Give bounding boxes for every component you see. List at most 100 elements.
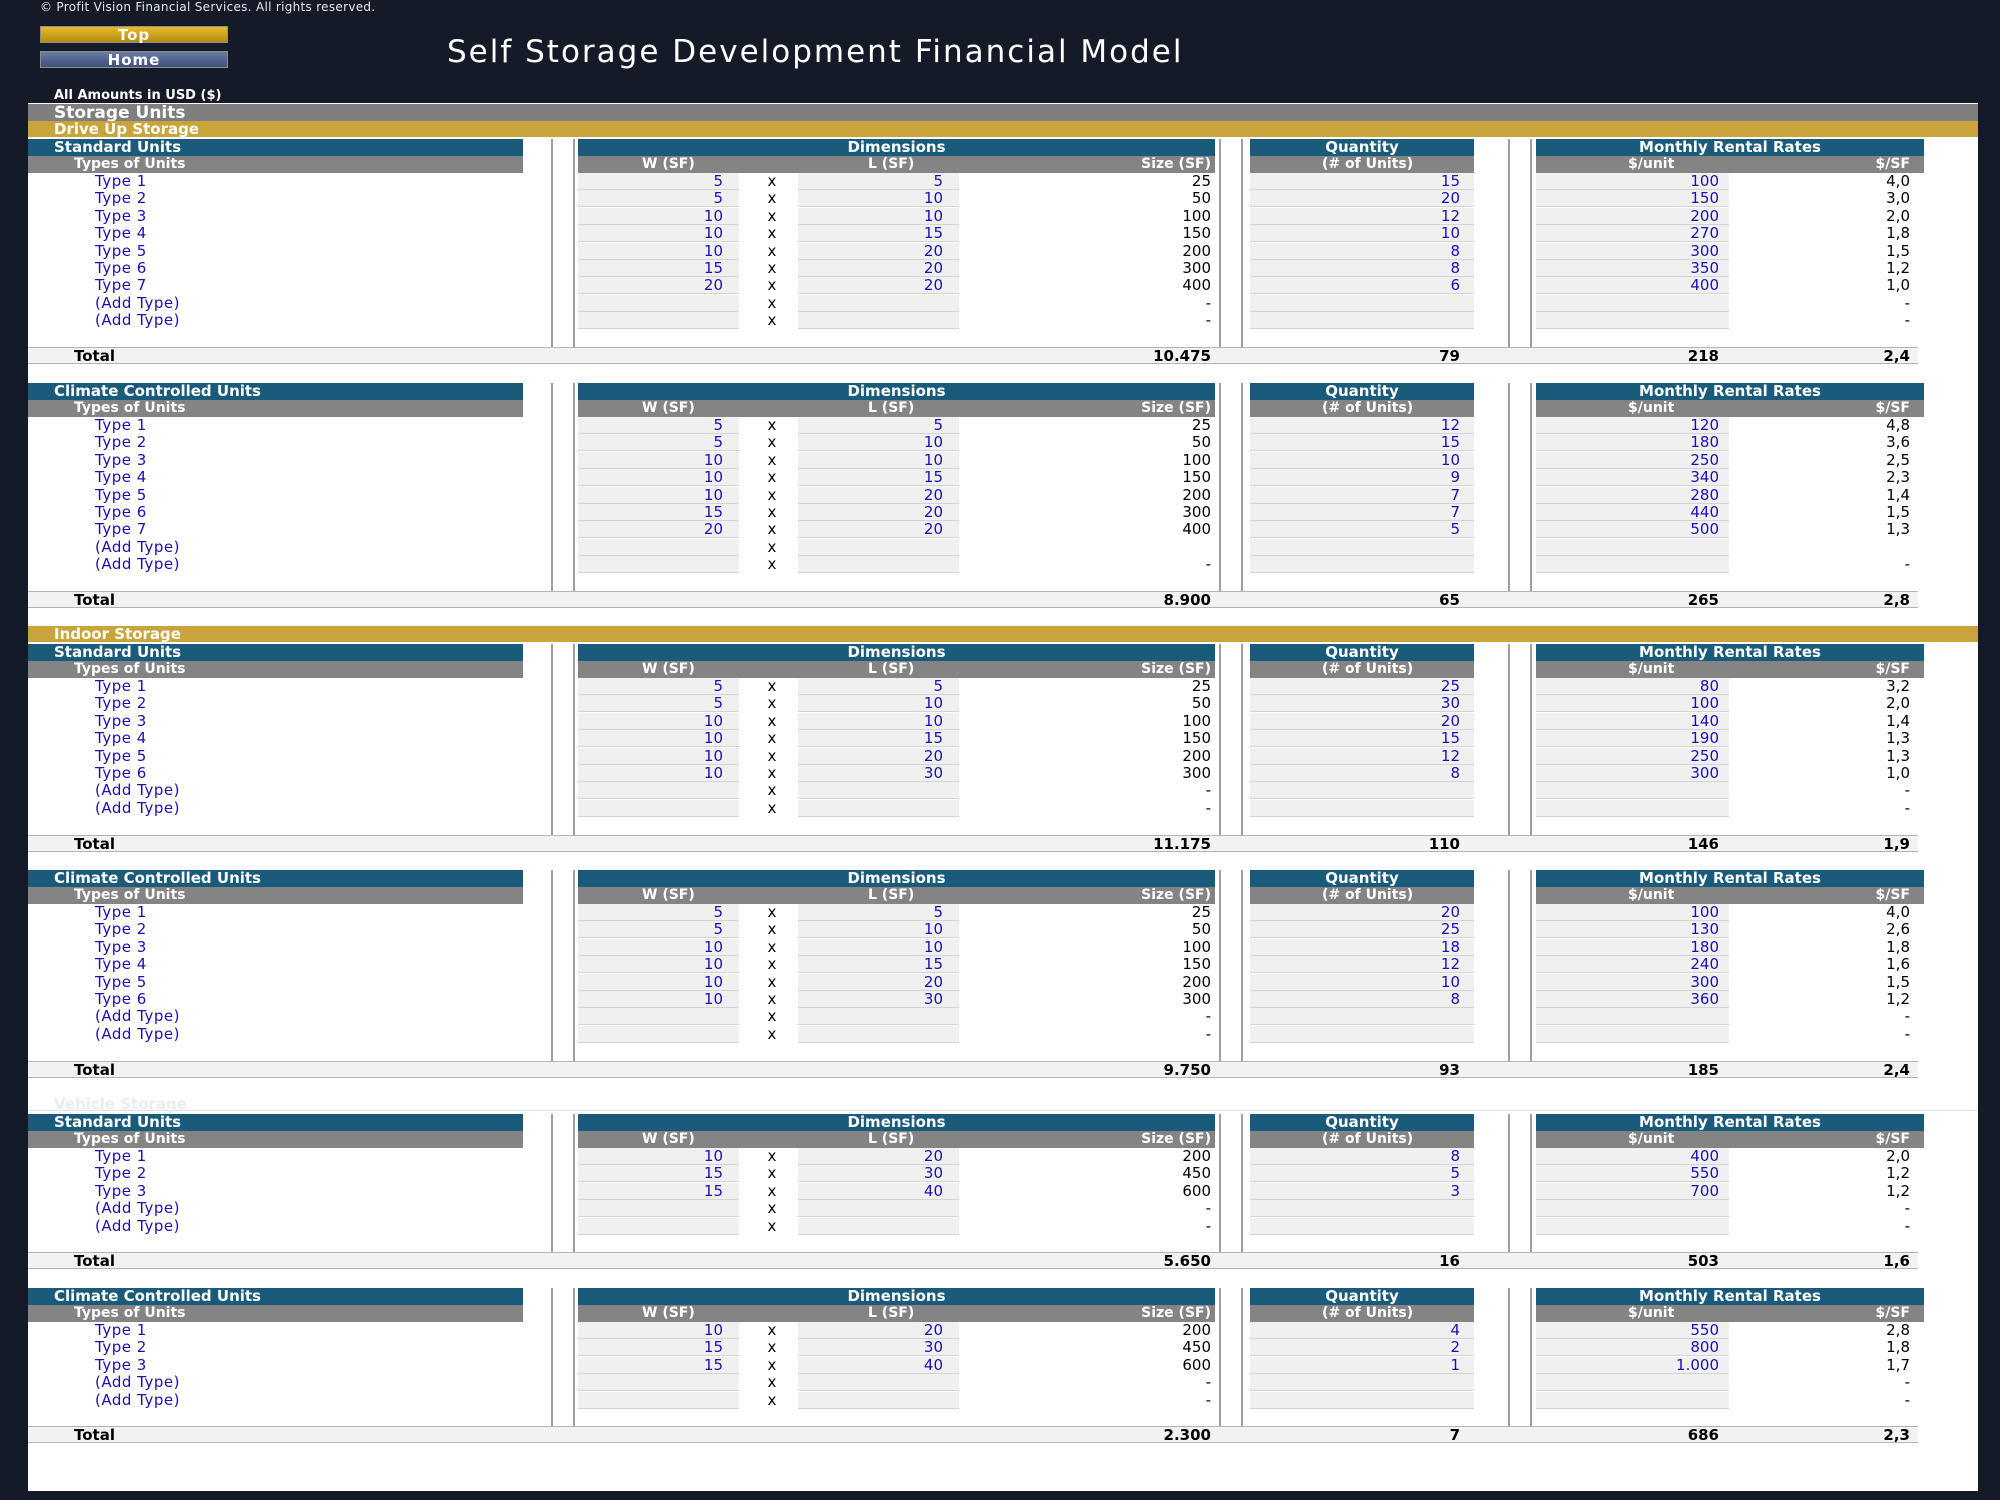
quantity-input[interactable] xyxy=(1250,799,1474,817)
unit-type-name[interactable]: Type 2 xyxy=(95,434,147,451)
length-input[interactable] xyxy=(798,799,959,817)
quantity-input[interactable] xyxy=(1250,556,1474,574)
unit-type-name[interactable]: Type 6 xyxy=(95,504,147,521)
width-input[interactable] xyxy=(578,1217,739,1235)
quantity-input[interactable] xyxy=(1250,1391,1474,1409)
rate-input[interactable] xyxy=(1536,782,1729,800)
total-rate: 503 xyxy=(1687,1252,1719,1271)
unit-type-name[interactable]: (Add Type) xyxy=(95,1374,180,1391)
rate-input[interactable] xyxy=(1536,538,1729,556)
unit-type-name[interactable]: (Add Type) xyxy=(95,1025,180,1043)
unit-type-name[interactable]: Type 6 xyxy=(95,765,147,782)
width-input[interactable] xyxy=(578,782,739,800)
width-input[interactable] xyxy=(578,556,739,574)
width-input[interactable] xyxy=(578,1374,739,1392)
length-input[interactable] xyxy=(798,294,959,312)
unit-type-name[interactable]: Type 4 xyxy=(95,956,147,973)
unit-type-name[interactable]: (Add Type) xyxy=(95,312,180,329)
width-input[interactable] xyxy=(578,294,739,312)
unit-type-name[interactable]: Type 1 xyxy=(95,417,147,434)
length-input[interactable] xyxy=(798,1217,959,1235)
unit-type-name[interactable]: Type 5 xyxy=(95,486,147,504)
quantity-input[interactable] xyxy=(1250,1200,1474,1218)
rate-input[interactable] xyxy=(1536,312,1729,330)
unit-type-name[interactable]: Type 1 xyxy=(95,678,147,695)
length-input[interactable] xyxy=(798,1008,959,1026)
unit-type-name[interactable]: Type 3 xyxy=(95,938,147,956)
unit-type-name[interactable]: Type 1 xyxy=(95,173,147,190)
quantity-input[interactable] xyxy=(1250,1025,1474,1043)
unit-type-name[interactable]: Type 2 xyxy=(95,695,147,712)
unit-type-name[interactable]: Type 6 xyxy=(95,260,147,277)
width-input[interactable] xyxy=(578,538,739,556)
unit-type-name[interactable]: Type 5 xyxy=(95,973,147,991)
length-input[interactable] xyxy=(798,556,959,574)
unit-type-name[interactable]: Type 5 xyxy=(95,747,147,765)
length-input[interactable] xyxy=(798,1374,959,1392)
unit-type-name[interactable]: (Add Type) xyxy=(95,1391,180,1409)
length-value: 5 xyxy=(933,677,943,695)
unit-type-name[interactable]: Type 3 xyxy=(95,712,147,730)
unit-type-name[interactable]: (Add Type) xyxy=(95,799,180,817)
length-input[interactable] xyxy=(798,312,959,330)
unit-type-name[interactable]: Type 2 xyxy=(95,921,147,938)
unit-type-name[interactable]: Type 1 xyxy=(95,1148,147,1165)
unit-type-name[interactable]: Type 4 xyxy=(95,225,147,242)
unit-type-name[interactable]: Type 2 xyxy=(95,1339,147,1356)
unit-type-name[interactable]: Type 2 xyxy=(95,190,147,207)
unit-type-name[interactable]: (Add Type) xyxy=(95,782,180,799)
quantity-input[interactable] xyxy=(1250,312,1474,330)
rate-input[interactable] xyxy=(1536,1374,1729,1392)
quantity-input[interactable] xyxy=(1250,294,1474,312)
width-input[interactable] xyxy=(578,1200,739,1218)
unit-type-name[interactable]: Type 3 xyxy=(95,451,147,469)
quantity-input[interactable] xyxy=(1250,1217,1474,1235)
unit-type-name[interactable]: Type 5 xyxy=(95,242,147,260)
length-input[interactable] xyxy=(798,538,959,556)
rate-per-sf-value: 4,8 xyxy=(1886,416,1910,434)
rate-input[interactable] xyxy=(1536,1200,1729,1218)
unit-type-name[interactable]: (Add Type) xyxy=(95,294,180,312)
unit-type-name[interactable]: Type 4 xyxy=(95,730,147,747)
multiply-sign: x xyxy=(767,694,777,713)
rate-input[interactable] xyxy=(1536,556,1729,574)
unit-type-name[interactable]: Type 4 xyxy=(95,469,147,486)
length-input[interactable] xyxy=(798,1025,959,1043)
unit-type-name[interactable]: Type 6 xyxy=(95,991,147,1008)
unit-type-name[interactable]: Type 3 xyxy=(95,1356,147,1374)
unit-type-name[interactable]: (Add Type) xyxy=(95,1200,180,1217)
quantity-input[interactable] xyxy=(1250,538,1474,556)
unit-type-name[interactable]: Type 7 xyxy=(95,277,147,294)
unit-type-name[interactable]: Type 1 xyxy=(95,1322,147,1339)
unit-type-name[interactable]: Type 3 xyxy=(95,1182,147,1200)
rate-input[interactable] xyxy=(1536,1008,1729,1026)
quantity-input[interactable] xyxy=(1250,782,1474,800)
top-button[interactable]: Top xyxy=(40,26,228,44)
unit-type-name[interactable]: (Add Type) xyxy=(95,538,180,556)
unit-type-name[interactable]: Type 2 xyxy=(95,1165,147,1182)
multiply-sign: x xyxy=(767,764,777,782)
table-row: (Add Type) x - - xyxy=(28,312,1928,330)
unit-type-name[interactable]: (Add Type) xyxy=(95,1008,180,1025)
length-input[interactable] xyxy=(798,1391,959,1409)
unit-type-name[interactable]: Type 7 xyxy=(95,521,147,538)
unit-type-name[interactable]: Type 3 xyxy=(95,207,147,225)
rate-input[interactable] xyxy=(1536,1217,1729,1235)
rate-input[interactable] xyxy=(1536,294,1729,312)
quantity-input[interactable] xyxy=(1250,1374,1474,1392)
rate-input[interactable] xyxy=(1536,1391,1729,1409)
length-input[interactable] xyxy=(798,782,959,800)
width-input[interactable] xyxy=(578,312,739,330)
rate-input[interactable] xyxy=(1536,1025,1729,1043)
unit-type-name[interactable]: Type 1 xyxy=(95,904,147,921)
width-input[interactable] xyxy=(578,1391,739,1409)
width-input[interactable] xyxy=(578,1008,739,1026)
unit-type-name[interactable]: (Add Type) xyxy=(95,1217,180,1235)
home-button[interactable]: Home xyxy=(40,51,228,69)
length-input[interactable] xyxy=(798,1200,959,1218)
width-input[interactable] xyxy=(578,799,739,817)
width-input[interactable] xyxy=(578,1025,739,1043)
unit-type-name[interactable]: (Add Type) xyxy=(95,556,180,573)
rate-input[interactable] xyxy=(1536,799,1729,817)
quantity-input[interactable] xyxy=(1250,1008,1474,1026)
